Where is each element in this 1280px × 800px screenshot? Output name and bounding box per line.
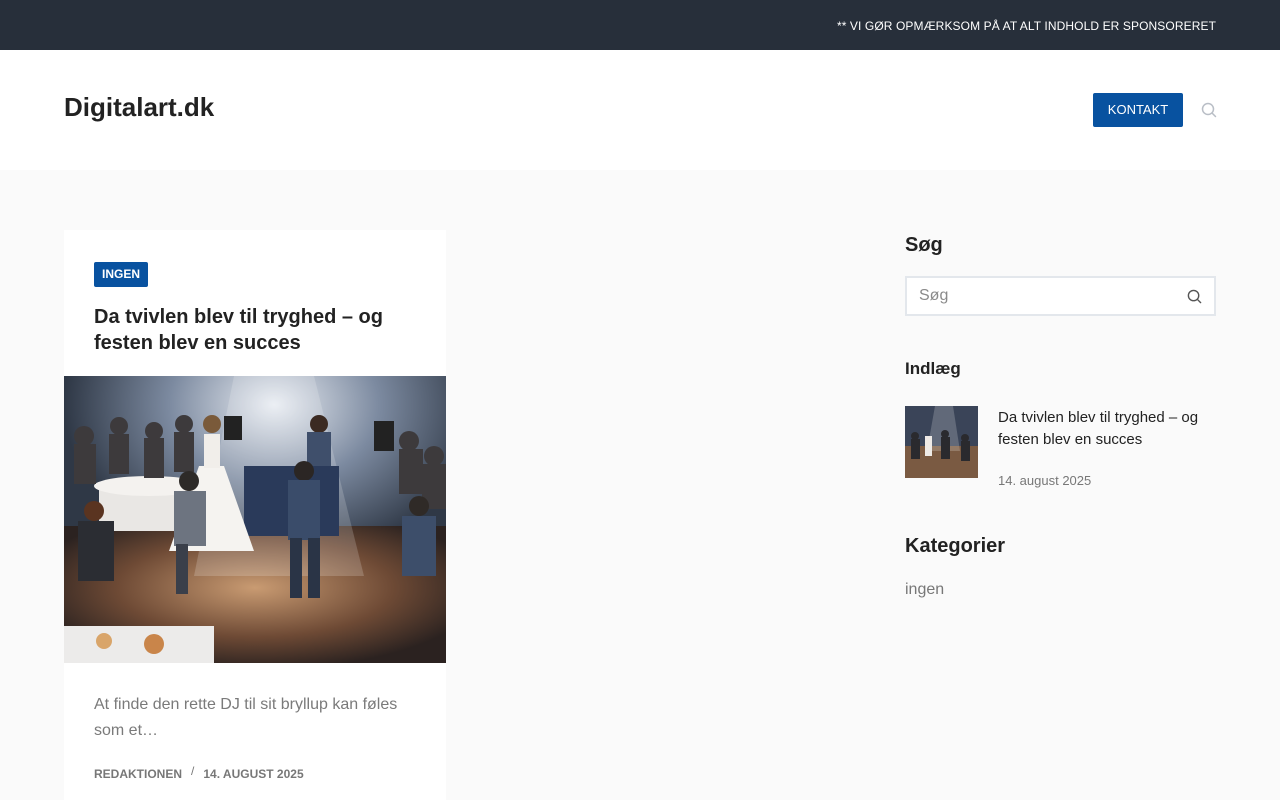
post-meta: REDAKTIONEN / 14. AUGUST 2025: [94, 764, 304, 781]
post-date: 14. AUGUST 2025: [203, 767, 304, 781]
sidebar-search-form: [905, 276, 1216, 316]
category-badge[interactable]: INGEN: [94, 262, 149, 287]
sponsored-notice: ** VI GØR OPMÆRKSOM PÅ AT ALT INDHOLD ER…: [836, 19, 1216, 33]
search-icon[interactable]: [1201, 102, 1217, 118]
contact-button[interactable]: KONTAKT: [1093, 93, 1183, 127]
site-header: Digitalart.dk KONTAKT: [0, 50, 1280, 170]
post-title-link[interactable]: Da tvivlen blev til tryghed – og festen …: [94, 304, 424, 356]
recent-post-date: 14. august 2025: [998, 473, 1092, 488]
sidebar-search-input[interactable]: [907, 278, 1177, 314]
post-card: INGEN Da tvivlen blev til tryghed – og f…: [64, 230, 446, 800]
search-widget-heading: Søg: [905, 234, 943, 256]
search-submit-icon[interactable]: [1187, 289, 1202, 304]
post-featured-image[interactable]: [64, 376, 446, 663]
post-excerpt: At finde den rette DJ til sit bryllup ka…: [94, 696, 398, 739]
recent-post-title-link[interactable]: Da tvivlen blev til tryghed – og festen …: [998, 407, 1216, 451]
top-notice-bar: ** VI GØR OPMÆRKSOM PÅ AT ALT INDHOLD ER…: [0, 0, 1280, 50]
posts-widget-heading: Indlæg: [905, 359, 961, 378]
recent-post-thumbnail[interactable]: [905, 406, 978, 478]
post-author-link[interactable]: REDAKTIONEN: [94, 767, 182, 781]
meta-separator: /: [191, 764, 195, 778]
site-title-link[interactable]: Digitalart.dk: [64, 92, 214, 123]
category-link-ingen[interactable]: ingen: [905, 581, 944, 599]
categories-widget-heading: Kategorier: [905, 535, 1006, 557]
